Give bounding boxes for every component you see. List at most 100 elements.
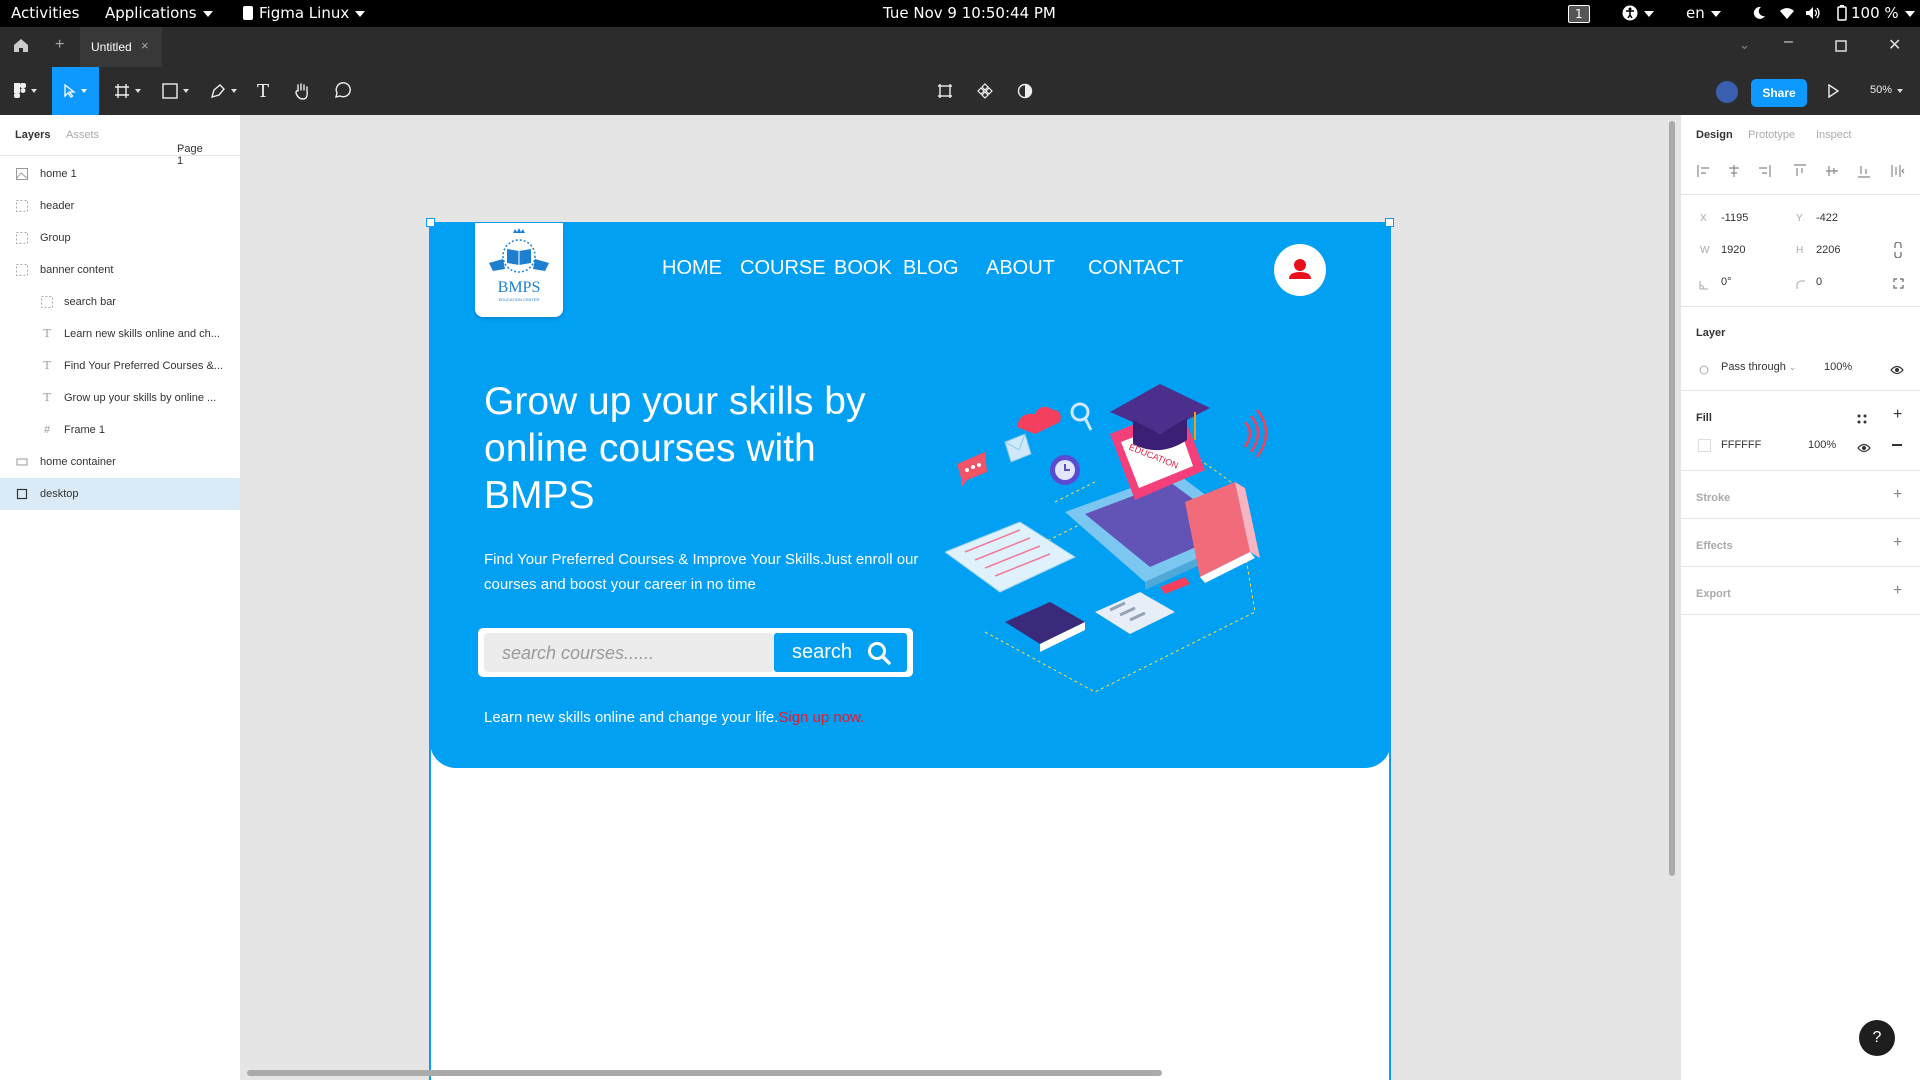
- layer-row[interactable]: header: [0, 190, 240, 222]
- pen-tool[interactable]: [206, 67, 240, 115]
- layer-row[interactable]: T Learn new skills online and ch...: [0, 318, 240, 350]
- layer-row-selected[interactable]: desktop: [0, 478, 240, 510]
- hand-tool[interactable]: [290, 67, 314, 115]
- rotation-input[interactable]: 0°: [1721, 276, 1732, 288]
- resize-handle-top-left[interactable]: [426, 218, 435, 227]
- nav-home[interactable]: HOME: [662, 257, 722, 280]
- fill-opacity-input[interactable]: 100%: [1808, 439, 1836, 451]
- add-stroke-icon[interactable]: +: [1893, 486, 1902, 504]
- layer-row[interactable]: T Find Your Preferred Courses &...: [0, 350, 240, 382]
- logo[interactable]: BMPS EDUCATION CENTER: [475, 223, 563, 317]
- tab-inspect[interactable]: Inspect: [1816, 129, 1851, 141]
- banner[interactable]: BMPS EDUCATION CENTER HOME COURSE BOOK B…: [430, 222, 1391, 768]
- layer-name: header: [40, 200, 75, 212]
- radius-input[interactable]: 0: [1816, 276, 1822, 288]
- vertical-scrollbar[interactable]: [1669, 121, 1675, 876]
- layer-row[interactable]: Group: [0, 222, 240, 254]
- zoom-menu[interactable]: 50%: [1870, 84, 1904, 96]
- new-tab-icon[interactable]: +: [55, 36, 64, 54]
- system-menu[interactable]: 100 %: [1837, 4, 1915, 22]
- height-input[interactable]: 2206: [1816, 244, 1840, 256]
- fill-swatch[interactable]: [1698, 439, 1711, 452]
- applications-menu[interactable]: Applications: [105, 4, 213, 22]
- help-button[interactable]: ?: [1859, 1020, 1895, 1056]
- layer-row[interactable]: search bar: [0, 286, 240, 318]
- constrain-proportions-icon[interactable]: [1893, 241, 1903, 263]
- resize-handle-top-right[interactable]: [1385, 218, 1394, 227]
- y-input[interactable]: -422: [1816, 212, 1838, 224]
- workspace-indicator[interactable]: 1: [1568, 4, 1590, 23]
- layer-row[interactable]: home container: [0, 446, 240, 478]
- remove-fill-icon[interactable]: [1892, 444, 1902, 446]
- chevron-down-icon: ⌄: [177, 143, 185, 153]
- shape-tool[interactable]: [158, 67, 192, 115]
- accessibility-menu[interactable]: [1622, 4, 1654, 22]
- style-grid-icon[interactable]: [1857, 411, 1867, 429]
- horizontal-scrollbar[interactable]: [247, 1070, 1162, 1076]
- nav-about[interactable]: ABOUT: [986, 257, 1055, 280]
- eye-icon[interactable]: [1857, 440, 1871, 458]
- search-button[interactable]: search: [774, 633, 907, 672]
- share-button[interactable]: Share: [1751, 79, 1807, 107]
- fill-hex-input[interactable]: FFFFFF: [1721, 439, 1761, 451]
- move-tool[interactable]: [52, 67, 99, 115]
- close-tab-icon[interactable]: ×: [141, 38, 149, 53]
- add-export-icon[interactable]: +: [1893, 582, 1902, 600]
- tab-assets[interactable]: Assets: [66, 129, 99, 141]
- nav-contact[interactable]: CONTACT: [1088, 257, 1183, 280]
- comment-tool[interactable]: [330, 67, 354, 115]
- canvas[interactable]: BMPS EDUCATION CENTER HOME COURSE BOOK B…: [241, 115, 1679, 1080]
- tab-design[interactable]: Design: [1696, 129, 1733, 141]
- crop-tool[interactable]: [934, 67, 956, 115]
- home-icon[interactable]: [13, 38, 29, 58]
- chevron-down-icon[interactable]: ⌄: [1739, 37, 1750, 53]
- add-fill-icon[interactable]: +: [1893, 406, 1902, 424]
- mask-tool[interactable]: [1014, 67, 1036, 115]
- chevron-down-icon: [1904, 10, 1915, 17]
- user-avatar[interactable]: [1716, 81, 1738, 103]
- components-tool[interactable]: [974, 67, 996, 115]
- independent-corners-icon[interactable]: [1893, 276, 1904, 294]
- app-menu[interactable]: Figma Linux: [243, 4, 366, 22]
- main-menu-button[interactable]: [9, 67, 41, 115]
- group-icon: [16, 232, 28, 244]
- add-effect-icon[interactable]: +: [1893, 534, 1902, 552]
- rectangle-icon: [16, 456, 28, 468]
- minimize-icon[interactable]: –: [1784, 33, 1793, 51]
- text-tool[interactable]: T: [252, 67, 274, 115]
- layers-panel: Layers Assets Page 1 ⌄ home 1 header Gro…: [0, 115, 241, 1080]
- search-input[interactable]: search courses......: [484, 633, 774, 672]
- width-input[interactable]: 1920: [1721, 244, 1745, 256]
- x-input[interactable]: -1195: [1721, 212, 1748, 224]
- blend-mode-select[interactable]: Pass through ⌄: [1721, 361, 1796, 373]
- nav-course[interactable]: COURSE: [740, 257, 826, 280]
- language-label: en: [1686, 4, 1705, 22]
- chevron-down-icon: [134, 89, 141, 93]
- user-icon: [1289, 259, 1311, 279]
- clock[interactable]: Tue Nov 9 10:50:44 PM: [883, 4, 1056, 22]
- nav-book[interactable]: BOOK: [834, 257, 892, 280]
- frame-tool[interactable]: [110, 67, 144, 115]
- present-button[interactable]: [1823, 67, 1843, 115]
- close-window-icon[interactable]: ✕: [1888, 35, 1901, 55]
- maximize-icon[interactable]: [1835, 39, 1847, 57]
- tab-layers[interactable]: Layers: [15, 129, 50, 141]
- layer-row[interactable]: banner content: [0, 254, 240, 286]
- eye-icon[interactable]: [1890, 362, 1904, 380]
- os-top-bar: Activities Applications Figma Linux Tue …: [0, 0, 1920, 27]
- activities-button[interactable]: Activities: [11, 4, 79, 22]
- signup-link[interactable]: Sign up now.: [778, 709, 864, 726]
- desktop-frame[interactable]: BMPS EDUCATION CENTER HOME COURSE BOOK B…: [426, 218, 1394, 1080]
- tab-prototype[interactable]: Prototype: [1748, 129, 1795, 141]
- layer-row[interactable]: # Frame 1: [0, 414, 240, 446]
- alignment-toolbar[interactable]: [1696, 163, 1906, 179]
- divider: [1681, 390, 1920, 391]
- nav-blog[interactable]: BLOG: [903, 257, 959, 280]
- language-menu[interactable]: en: [1686, 4, 1721, 22]
- divider: [1681, 470, 1920, 471]
- user-account-button[interactable]: [1274, 244, 1326, 296]
- layer-row[interactable]: home 1: [0, 158, 240, 190]
- file-tab[interactable]: Untitled ×: [80, 27, 162, 67]
- layer-row[interactable]: T Grow up your skills by online ...: [0, 382, 240, 414]
- layer-opacity-input[interactable]: 100%: [1824, 361, 1852, 373]
